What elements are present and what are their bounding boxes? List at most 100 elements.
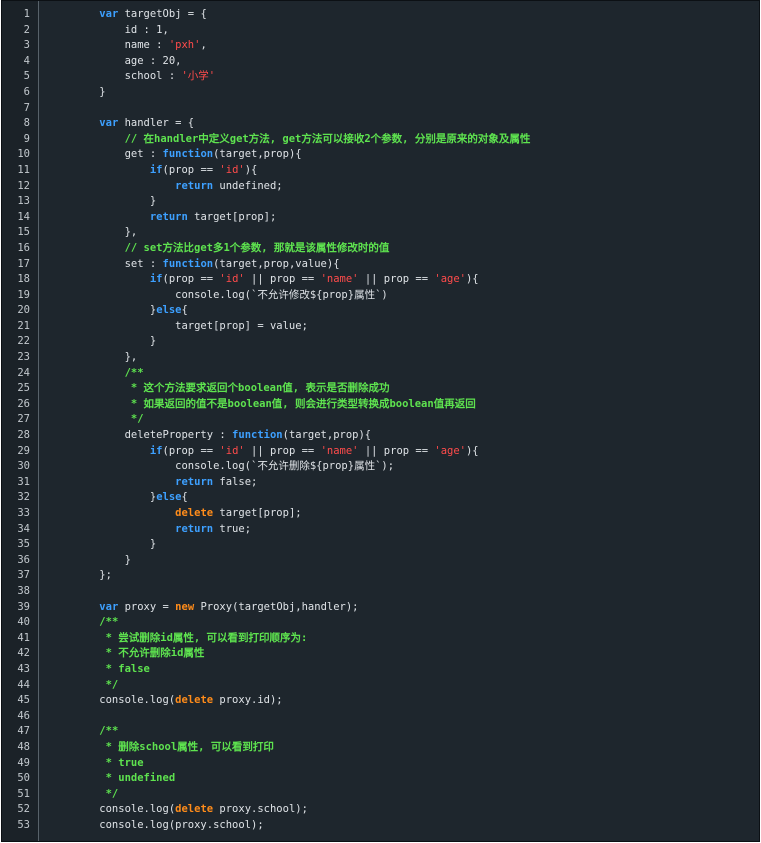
code-line[interactable]: 17 set : function(target,prop,value){	[17, 257, 759, 273]
code-token: 'age'	[434, 444, 466, 457]
code-line[interactable]: 13 }	[17, 194, 759, 210]
line-text: target[prop] = value;	[74, 319, 308, 335]
code-line[interactable]: 37 };	[17, 568, 759, 584]
code-line[interactable]: 3 name : 'pxh',	[24, 38, 759, 54]
code-line[interactable]: 16 // set方法比get多1个参数, 那就是该属性修改时的值	[17, 241, 759, 257]
code-token: }	[74, 195, 157, 208]
code-line[interactable]: 19 console.log(`不允许修改${prop}属性`)	[17, 288, 759, 304]
code-line[interactable]: 45 console.log(delete proxy.id);	[17, 693, 759, 709]
line-text: return target[prop];	[74, 210, 276, 226]
code-line[interactable]: 41 * 尝试删除id属性, 可以看到打印顺序为:	[17, 631, 759, 647]
code-line[interactable]: 31 return false;	[17, 475, 759, 491]
code-token: if	[149, 444, 163, 457]
code-line[interactable]: 53 console.log(proxy.school);	[17, 818, 759, 834]
code-line[interactable]: 39 var proxy = new Proxy(targetObj,handl…	[17, 600, 759, 616]
code-line[interactable]: 34 return true;	[17, 522, 759, 538]
code-line[interactable]: 42 * 不允许删除id属性	[17, 646, 759, 662]
code-line[interactable]: 51 */	[17, 787, 759, 803]
code-line[interactable]: 15 },	[17, 225, 759, 241]
code-line[interactable]: 46	[17, 709, 759, 725]
code-token: var	[99, 600, 119, 613]
code-token: },	[74, 351, 138, 364]
line-text: return true;	[74, 522, 251, 538]
code-token: Proxy(targetObj,handler);	[194, 600, 359, 613]
code-line[interactable]: 5 school : '小学'	[24, 69, 759, 85]
line-text: * false	[74, 662, 150, 678]
line-number: 8	[23, 117, 30, 130]
code-line[interactable]: 38	[17, 584, 759, 600]
code-line[interactable]: 21 target[prop] = value;	[17, 319, 759, 335]
code-line[interactable]: 32 }else{	[17, 490, 759, 506]
code-line[interactable]: 8 var handler = {	[24, 116, 759, 132]
code-editor[interactable]: 1 var targetObj = {2 id : 1, 3 name : 'px…	[1, 0, 760, 842]
code-line[interactable]: 30 console.log(`不允许删除${prop}属性`);	[17, 459, 759, 475]
line-number: 16	[17, 241, 30, 254]
code-line[interactable]: 40 /**	[17, 615, 759, 631]
line-number: 26	[17, 397, 30, 410]
code-line[interactable]: 35 }	[17, 537, 759, 553]
line-number: 37	[17, 569, 30, 582]
code-token: 'name'	[320, 273, 359, 286]
code-line[interactable]: 9 // 在handler中定义get方法, get方法可以接收2个参数, 分别…	[24, 132, 759, 148]
line-number: 4	[23, 54, 30, 67]
line-text: /**	[74, 724, 118, 740]
code-line[interactable]: 26 * 如果返回的值不是boolean值, 则会进行类型转换成boolean值…	[17, 397, 759, 413]
code-line[interactable]: 24 /**	[17, 366, 759, 382]
code-line[interactable]: 36 }	[17, 553, 759, 569]
code-token: }	[74, 335, 157, 348]
code-token: /**	[124, 366, 144, 379]
code-line[interactable]: 20 }else{	[17, 303, 759, 319]
code-line[interactable]: 6 }	[24, 85, 759, 101]
code-token: };	[74, 569, 112, 582]
code-line[interactable]: 49 * true	[17, 756, 759, 772]
code-line[interactable]: 22 }	[17, 334, 759, 350]
code-line[interactable]: 47 /**	[17, 724, 759, 740]
code-line[interactable]: 14 return target[prop];	[17, 210, 759, 226]
line-text: var targetObj = {	[74, 7, 206, 23]
code-token: (prop ==	[162, 273, 220, 286]
line-text: }	[74, 194, 156, 210]
code-line[interactable]: 23 },	[17, 350, 759, 366]
line-number: 36	[17, 553, 30, 566]
code-token: 'name'	[320, 444, 359, 457]
code-line[interactable]: 4 age : 20,	[24, 54, 759, 70]
code-line[interactable]: 52 console.log(delete proxy.school);	[17, 802, 759, 818]
code-token: var	[99, 8, 119, 20]
line-number: 5	[23, 70, 30, 83]
code-line[interactable]: 7	[24, 101, 759, 117]
line-text: // set方法比get多1个参数, 那就是该属性修改时的值	[74, 241, 390, 257]
code-line[interactable]: 44 */	[17, 678, 759, 694]
code-token: || prop ==	[244, 444, 321, 457]
code-line[interactable]: 10 get : function(target,prop){	[17, 147, 759, 163]
line-text: */	[74, 412, 144, 428]
code-line[interactable]: 50 * undefined	[17, 771, 759, 787]
code-line[interactable]: 43 * false	[17, 662, 759, 678]
code-line[interactable]: 12 return undefined;	[17, 179, 759, 195]
code-line[interactable]: 27 */	[17, 412, 759, 428]
code-token: (prop ==	[162, 163, 220, 176]
code-area[interactable]: 1 var targetObj = {2 id : 1, 3 name : 'px…	[17, 7, 759, 834]
code-token: },	[74, 226, 138, 239]
code-line[interactable]: 25 * 这个方法要求返回个boolean值, 表示是否删除成功	[17, 381, 759, 397]
code-line[interactable]: 28 deleteProperty : function(target,prop…	[17, 428, 759, 444]
code-line[interactable]: 18 if(prop == 'id' || prop == 'name' || …	[17, 272, 759, 288]
code-line[interactable]: 33 delete target[prop];	[17, 506, 759, 522]
code-line[interactable]: 29 if(prop == 'id' || prop == 'name' || …	[17, 444, 759, 460]
code-token: ,	[200, 39, 207, 52]
code-line[interactable]: 48 * 删除school属性, 可以看到打印	[17, 740, 759, 756]
code-token: deleteProperty :	[74, 429, 233, 442]
code-line[interactable]: 1 var targetObj = {	[24, 7, 759, 23]
code-token: }	[74, 553, 131, 566]
code-line[interactable]: 2 id : 1,	[24, 23, 759, 39]
line-number: 24	[17, 366, 30, 379]
line-text: /**	[74, 615, 118, 631]
code-line[interactable]: 11 if(prop == 'id'){	[17, 163, 759, 179]
line-number: 17	[17, 257, 30, 270]
